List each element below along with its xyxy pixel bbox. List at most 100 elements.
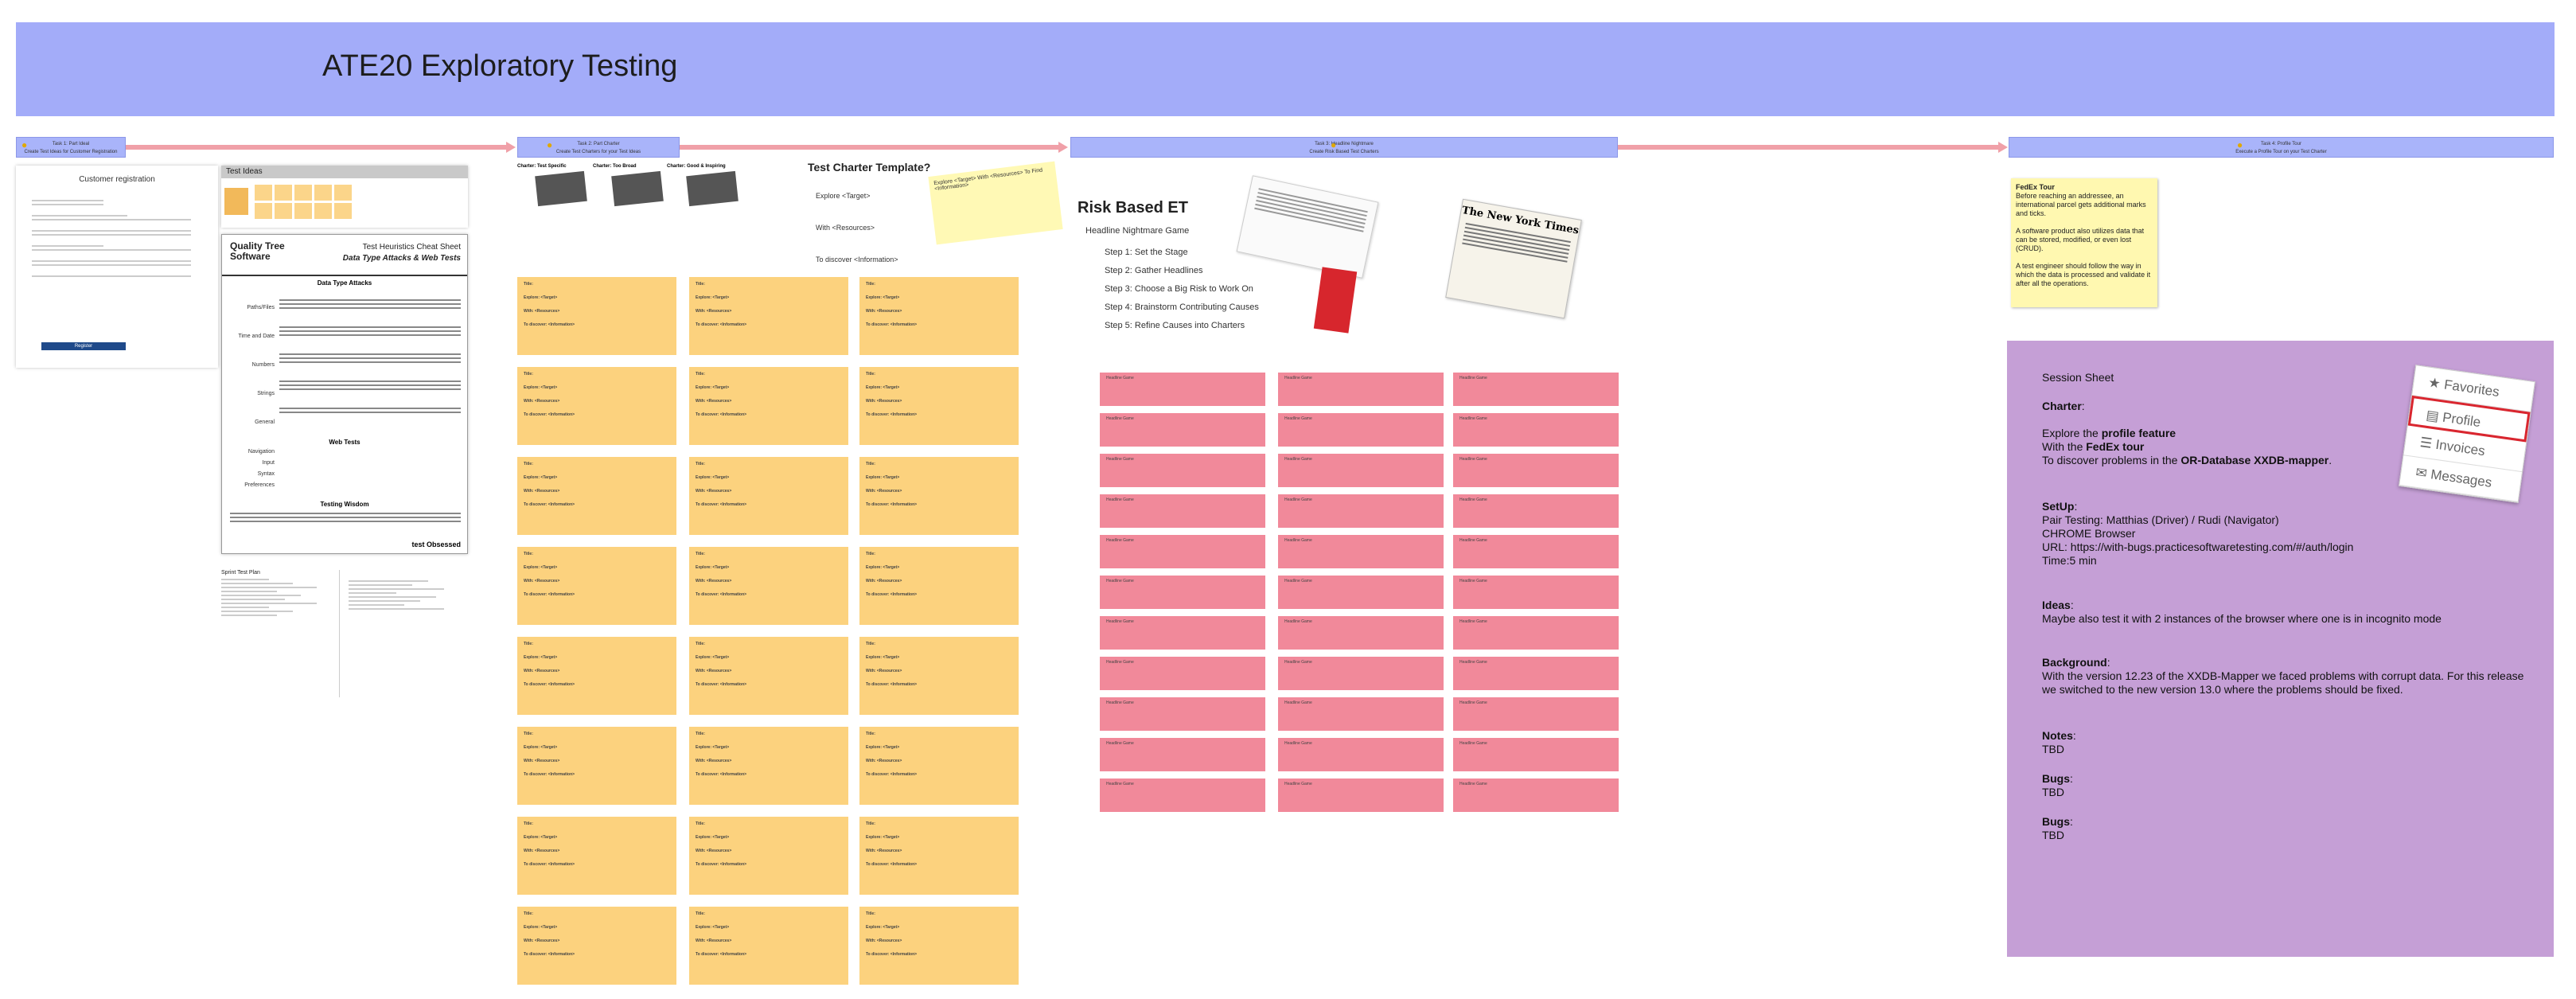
- charter-label-1: Charter: Test Specific: [517, 164, 567, 169]
- headline-label: Headline Game: [1459, 416, 1487, 421]
- card-field: Title:: [866, 732, 875, 736]
- headline-sticky-card[interactable]: Headline Game: [1278, 535, 1444, 568]
- headline-sticky-card[interactable]: Headline Game: [1100, 657, 1265, 690]
- task-4-bar[interactable]: ● Task 4: Profile Tour Execute a Profile…: [2009, 137, 2554, 158]
- headline-sticky-card[interactable]: Headline Game: [1278, 576, 1444, 609]
- card-field: To discover: <Information>: [696, 592, 747, 597]
- sprint-plan-doc[interactable]: Sprint Test Plan: [221, 570, 468, 705]
- cheat-sheet-panel[interactable]: Quality Tree Software Test Heuristics Ch…: [221, 234, 468, 554]
- headline-sticky-card[interactable]: Headline Game: [1100, 494, 1265, 528]
- charter-sticky-card[interactable]: Title: Explore: <Target> With: <Resources>…: [689, 547, 848, 625]
- charter-sticky-card[interactable]: Title: Explore: <Target> With: <Resources>…: [859, 277, 1019, 355]
- test-ideas-panel[interactable]: Test Ideas: [221, 166, 468, 228]
- charter-sticky-card[interactable]: Title: Explore: <Target> With: <Resources>…: [517, 547, 676, 625]
- charter-sticky-card[interactable]: Title: Explore: <Target> With: <Resources>…: [859, 637, 1019, 715]
- headline-sticky-card[interactable]: Headline Game: [1100, 413, 1265, 447]
- headline-label: Headline Game: [1459, 660, 1487, 665]
- card-field: With: <Resources>: [866, 309, 902, 314]
- headline-sticky-card[interactable]: Headline Game: [1100, 576, 1265, 609]
- charter-sticky-card[interactable]: Title: Explore: <Target> With: <Resources>…: [517, 817, 676, 895]
- headline-sticky-card[interactable]: Headline Game: [1453, 657, 1619, 690]
- lightbulb-icon: ●: [1331, 139, 1337, 150]
- field-line: [32, 219, 191, 220]
- headline-sticky-card[interactable]: Headline Game: [1100, 454, 1265, 487]
- registration-form-panel[interactable]: Customer registration Register: [16, 166, 218, 368]
- charter-sticky-card[interactable]: Title: Explore: <Target> With: <Resources>…: [517, 277, 676, 355]
- row-label: Time and Date: [238, 334, 275, 339]
- headline-sticky-card[interactable]: Headline Game: [1100, 779, 1265, 812]
- charter-sticky-card[interactable]: Title: Explore: <Target> With: <Resources>…: [517, 367, 676, 445]
- headline-sticky-card[interactable]: Headline Game: [1278, 494, 1444, 528]
- headline-label: Headline Game: [1284, 376, 1312, 380]
- card-field: With: <Resources>: [696, 849, 732, 853]
- card-field: To discover: <Information>: [524, 772, 575, 777]
- charter-sticky-card[interactable]: Title: Explore: <Target> With: <Resources>…: [859, 367, 1019, 445]
- charter-sticky-card[interactable]: Title: Explore: <Target> With: <Resources>…: [859, 457, 1019, 535]
- headline-sticky-card[interactable]: Headline Game: [1278, 373, 1444, 406]
- headline-sticky-card[interactable]: Headline Game: [1278, 697, 1444, 731]
- fedex-tour-note[interactable]: FedEx Tour Before reaching an addressee,…: [2011, 178, 2157, 307]
- headline-sticky-card[interactable]: Headline Game: [1453, 373, 1619, 406]
- setup-line: Time:5 min: [2042, 554, 2097, 567]
- headline-sticky-card[interactable]: Headline Game: [1278, 454, 1444, 487]
- headline-sticky-card[interactable]: Headline Game: [1453, 494, 1619, 528]
- card-field: Explore: <Target>: [696, 385, 730, 390]
- headline-label: Headline Game: [1284, 498, 1312, 502]
- charter-sticky-card[interactable]: Title: Explore: <Target> With: <Resources>…: [517, 457, 676, 535]
- charter-sticky-card[interactable]: Title: Explore: <Target> With: <Resources>…: [689, 457, 848, 535]
- task-1-bar[interactable]: ● Task 1: Part Ideal Create Test Ideas f…: [16, 137, 126, 158]
- task-2-bar[interactable]: ● Task 2: Part Charter Create Test Chart…: [517, 137, 680, 158]
- headline-sticky-card[interactable]: Headline Game: [1453, 576, 1619, 609]
- headline-label: Headline Game: [1284, 538, 1312, 543]
- card-field: To discover: <Information>: [866, 772, 918, 777]
- charter-sticky-card[interactable]: Title: Explore: <Target> With: <Resources>…: [859, 727, 1019, 805]
- charter-sticky-card[interactable]: Title: Explore: <Target> With: <Resources>…: [689, 727, 848, 805]
- charter-sticky-card[interactable]: Title: Explore: <Target> With: <Resources>…: [517, 907, 676, 985]
- flow-arrow: [680, 145, 1060, 150]
- session-sheet-panel[interactable]: Session Sheet Charter: Explore the profi…: [2007, 341, 2554, 957]
- cheat-rows: Paths/Files Time and Date Numbers String…: [227, 294, 275, 437]
- card-field: With: <Resources>: [866, 759, 902, 763]
- charter-sticky-card[interactable]: Title: Explore: <Target> With: <Resources>…: [859, 817, 1019, 895]
- charter-sticky-card[interactable]: Title: Explore: <Target> With: <Resources>…: [689, 907, 848, 985]
- charter-sticky-card[interactable]: Title: Explore: <Target> With: <Resources>…: [689, 817, 848, 895]
- headline-sticky-card[interactable]: Headline Game: [1453, 535, 1619, 568]
- charter-sticky-card[interactable]: Title: Explore: <Target> With: <Resources>…: [859, 547, 1019, 625]
- ideas-text: Maybe also test it with 2 instances of t…: [2042, 612, 2442, 625]
- headline-sticky-card[interactable]: Headline Game: [1278, 616, 1444, 650]
- charter-example-card[interactable]: [686, 170, 739, 207]
- headline-sticky-card[interactable]: Headline Game: [1278, 738, 1444, 771]
- charter-sticky-card[interactable]: Title: Explore: <Target> With: <Resources>…: [517, 637, 676, 715]
- headline-sticky-card[interactable]: Headline Game: [1453, 779, 1619, 812]
- headline-sticky-card[interactable]: Headline Game: [1453, 616, 1619, 650]
- charter-sticky-card[interactable]: Title: Explore: <Target> With: <Resources>…: [859, 907, 1019, 985]
- charter-sticky-card[interactable]: Title: Explore: <Target> With: <Resources>…: [689, 367, 848, 445]
- charter-sticky-card[interactable]: Title: Explore: <Target> With: <Resources>…: [689, 637, 848, 715]
- charter-example-card[interactable]: [611, 170, 664, 207]
- headline-sticky-card[interactable]: Headline Game: [1100, 535, 1265, 568]
- headline-sticky-card[interactable]: Headline Game: [1100, 697, 1265, 731]
- headline-sticky-card[interactable]: Headline Game: [1453, 697, 1619, 731]
- charter-sticky-card[interactable]: Title: Explore: <Target> With: <Resources>…: [689, 277, 848, 355]
- charter-sticky-card[interactable]: Title: Explore: <Target> With: <Resources>…: [517, 727, 676, 805]
- headline-sticky-card[interactable]: Headline Game: [1453, 738, 1619, 771]
- bugs-label: Bugs: [2042, 772, 2070, 785]
- headline-sticky-card[interactable]: Headline Game: [1100, 616, 1265, 650]
- headline-sticky-card[interactable]: Headline Game: [1100, 738, 1265, 771]
- headline-sticky-card[interactable]: Headline Game: [1453, 413, 1619, 447]
- headline-sticky-card[interactable]: Headline Game: [1100, 373, 1265, 406]
- headline-label: Headline Game: [1106, 538, 1134, 543]
- profile-menu-screenshot[interactable]: ★ Favorites ▤ Profile ☰ Invoices ✉ Messa…: [2399, 365, 2535, 503]
- charter-template-note[interactable]: Explore <Target> With <Resources> To Fin…: [928, 161, 1063, 245]
- register-button[interactable]: Register: [41, 342, 126, 350]
- headline-sticky-card[interactable]: Headline Game: [1278, 413, 1444, 447]
- headline-sticky-card[interactable]: Headline Game: [1278, 657, 1444, 690]
- web-rows: Navigation Input Syntax Preferences: [227, 447, 275, 491]
- risk-step: Step 2: Gather Headlines: [1105, 266, 1203, 275]
- charter-example-card[interactable]: [535, 170, 587, 207]
- card-field: With: <Resources>: [696, 759, 732, 763]
- divider: [222, 275, 467, 276]
- task-3-bar[interactable]: ● Task 3: Headline Nightmare Create Risk…: [1070, 137, 1618, 158]
- headline-sticky-card[interactable]: Headline Game: [1278, 779, 1444, 812]
- headline-sticky-card[interactable]: Headline Game: [1453, 454, 1619, 487]
